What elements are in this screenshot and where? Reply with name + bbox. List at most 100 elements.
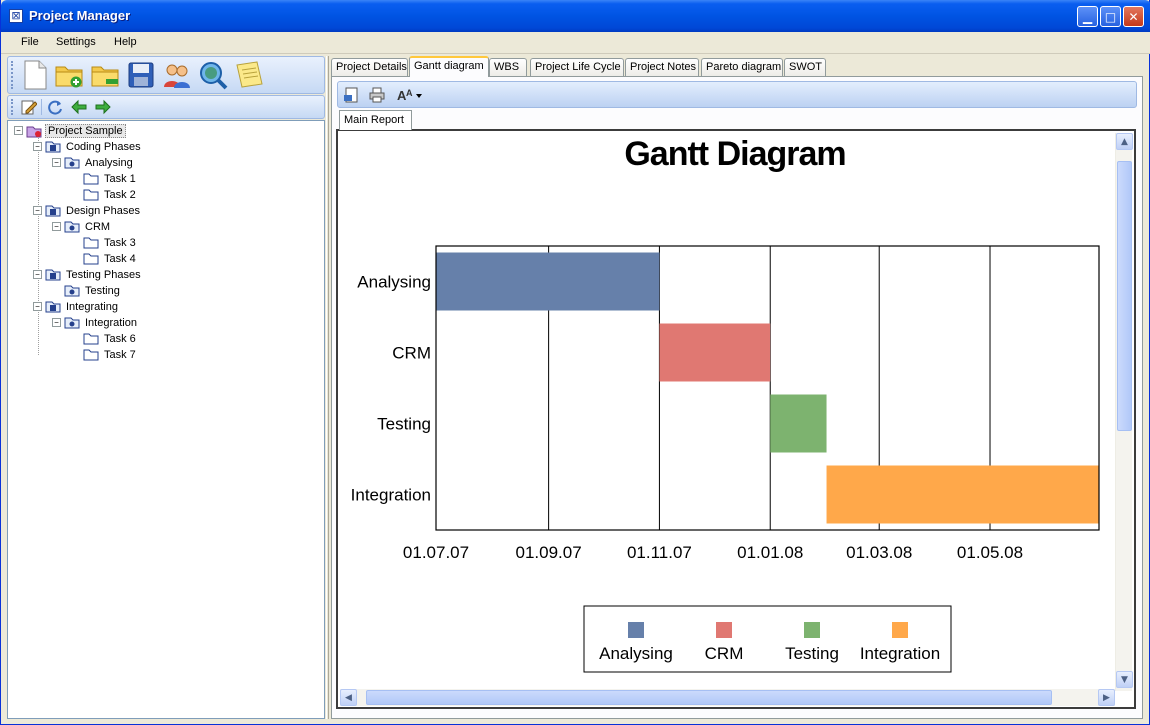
tree-node-label: Task 7	[104, 348, 136, 361]
gantt-bar	[659, 323, 771, 382]
zoom-icon[interactable]: AA	[396, 87, 424, 103]
panel-splitter[interactable]	[326, 56, 329, 719]
title-bar[interactable]: ⊠ Project Manager ▁ □ ✕	[1, 0, 1150, 32]
menu-help[interactable]: Help	[114, 36, 137, 48]
subtab-main-report[interactable]: Main Report	[339, 110, 412, 130]
gantt-bar	[770, 394, 827, 453]
project-tree[interactable]: − Project Sample − Coding Phases − Analysing T…	[7, 120, 325, 719]
menu-settings[interactable]: Settings	[56, 36, 96, 48]
folder-icon	[64, 221, 80, 233]
scroll-up-button[interactable]: ▲	[1116, 133, 1133, 150]
tree-node-phase[interactable]: − Integrating	[33, 299, 120, 314]
folder-icon	[64, 285, 80, 297]
collapse-toggle[interactable]: −	[33, 206, 42, 215]
edit-icon[interactable]	[20, 98, 38, 116]
tree-connector	[38, 131, 39, 355]
collapse-toggle[interactable]: −	[14, 126, 23, 135]
maximize-button[interactable]: □	[1100, 6, 1121, 27]
tab-gantt-diagram[interactable]: Gantt diagram	[409, 56, 489, 77]
legend-label: Testing	[785, 644, 839, 663]
print-icon[interactable]	[368, 87, 386, 103]
tree-node-label: Testing Phases	[66, 268, 141, 281]
legend-label: CRM	[705, 644, 744, 663]
legend-swatch	[804, 622, 820, 638]
scroll-right-button[interactable]: ▶	[1098, 689, 1115, 706]
notes-icon[interactable]	[234, 60, 264, 90]
tree-node-task[interactable]: Task 6	[71, 331, 138, 346]
tree-node-group[interactable]: − Integration	[52, 315, 139, 330]
tree-node-root[interactable]: − Project Sample	[14, 123, 126, 138]
tree-node-label: Coding Phases	[66, 140, 141, 153]
tab-wbs[interactable]: WBS	[489, 58, 527, 77]
tree-node-group[interactable]: − CRM	[52, 219, 112, 234]
tree-node-phase[interactable]: − Coding Phases	[33, 139, 143, 154]
save-icon[interactable]	[126, 60, 156, 90]
new-document-icon[interactable]	[20, 60, 50, 90]
app-icon: ⊠	[9, 9, 23, 23]
close-icon: ✕	[1128, 9, 1139, 24]
folder-icon	[45, 141, 61, 153]
tree-node-task[interactable]: Task 4	[71, 251, 138, 266]
tab-project-details[interactable]: Project Details	[331, 58, 408, 77]
forward-arrow-icon[interactable]	[94, 98, 112, 116]
minimize-button[interactable]: ▁	[1077, 6, 1098, 27]
collapse-toggle[interactable]: −	[33, 142, 42, 151]
tree-node-task[interactable]: Task 7	[71, 347, 138, 362]
collapse-toggle[interactable]: −	[52, 318, 61, 327]
vertical-scroll-thumb[interactable]	[1117, 161, 1132, 431]
collapse-toggle[interactable]: −	[52, 158, 61, 167]
folder-icon	[45, 205, 61, 217]
export-icon[interactable]	[342, 87, 360, 103]
menu-file[interactable]: File	[21, 36, 39, 48]
tree-node-label: Integration	[85, 316, 137, 329]
folder-icon	[64, 157, 80, 169]
x-tick-label: 01.09.07	[516, 543, 582, 562]
folder-icon	[83, 349, 99, 361]
y-category-label: Analysing	[357, 273, 431, 292]
refresh-icon[interactable]	[46, 98, 64, 116]
tab-project-notes[interactable]: Project Notes	[625, 58, 699, 77]
folder-icon	[83, 253, 99, 265]
close-button[interactable]: ✕	[1123, 6, 1144, 27]
legend-swatch	[628, 622, 644, 638]
tree-node-label: Task 4	[104, 252, 136, 265]
horizontal-scrollbar[interactable]: ◀ ▶	[340, 689, 1115, 706]
tab-swot[interactable]: SWOT	[784, 58, 826, 77]
collapse-toggle[interactable]: −	[52, 222, 61, 231]
maximize-icon: □	[1104, 9, 1117, 24]
tree-node-label: Testing	[85, 284, 120, 297]
tree-node-phase[interactable]: − Design Phases	[33, 203, 142, 218]
collapse-toggle[interactable]: −	[33, 302, 42, 311]
legend-label: Analysing	[599, 644, 673, 663]
folder-icon	[83, 173, 99, 185]
legend-swatch	[892, 622, 908, 638]
left-panel: − Project Sample − Coding Phases − Analysing T…	[7, 56, 325, 719]
back-arrow-icon[interactable]	[70, 98, 88, 116]
vertical-scrollbar[interactable]: ▲ ▼	[1115, 133, 1133, 691]
window-title: Project Manager	[29, 8, 131, 23]
tree-node-label: Task 1	[104, 172, 136, 185]
tree-node-task[interactable]: Task 2	[71, 187, 138, 202]
scroll-left-button[interactable]: ◀	[340, 689, 357, 706]
horizontal-scroll-thumb[interactable]	[366, 690, 1052, 705]
tree-node-task[interactable]: Task 3	[71, 235, 138, 250]
tree-node-phase[interactable]: − Testing Phases	[33, 267, 143, 282]
tree-node-group[interactable]: − Analysing	[52, 155, 135, 170]
tab-pareto-diagram[interactable]: Pareto diagram	[701, 58, 783, 77]
search-icon[interactable]	[198, 60, 228, 90]
tree-node-group[interactable]: Testing	[52, 283, 122, 298]
folder-icon	[83, 333, 99, 345]
collapse-toggle[interactable]: −	[33, 270, 42, 279]
tree-node-task[interactable]: Task 1	[71, 171, 138, 186]
chevron-right-icon: ▶	[1103, 692, 1110, 703]
users-icon[interactable]	[162, 60, 192, 90]
scroll-down-button[interactable]: ▼	[1116, 671, 1133, 688]
menu-bar: File Settings Help	[1, 32, 1150, 54]
remove-folder-icon[interactable]	[90, 60, 120, 90]
chevron-up-icon: ▲	[1121, 136, 1128, 147]
tree-node-label: Task 6	[104, 332, 136, 345]
tree-node-label: Task 3	[104, 236, 136, 249]
main-toolbar	[7, 56, 325, 94]
add-folder-icon[interactable]	[54, 60, 84, 90]
tab-project-life-cycle[interactable]: Project Life Cycle	[530, 58, 624, 77]
